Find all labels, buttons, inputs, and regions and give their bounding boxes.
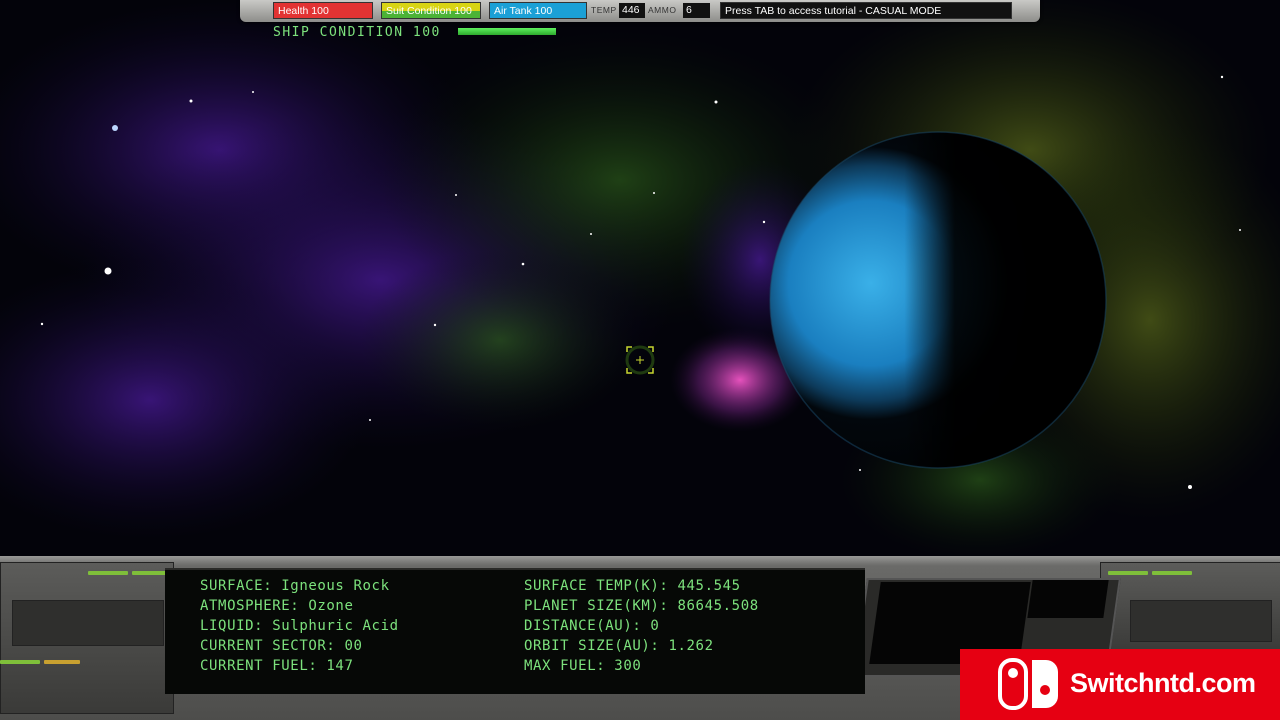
- watermark-text: Switchntd.com: [1070, 668, 1256, 698]
- surface-temp-readout: SURFACE TEMP(K): 445.545: [524, 578, 741, 594]
- ship-condition-label: SHIP CONDITION 100: [273, 25, 441, 40]
- left-indicator-led: [88, 571, 128, 575]
- suit-condition-label: Suit Condition 100: [386, 5, 472, 17]
- planet: [769, 131, 1107, 469]
- ship-condition-bar-fill: [458, 28, 556, 35]
- right-indicator-led: [1108, 571, 1148, 575]
- ammo-value: 6: [683, 3, 710, 18]
- left-indicator-led: [44, 660, 80, 664]
- temp-value: 446: [619, 3, 645, 18]
- current-sector-readout: CURRENT SECTOR: 00: [200, 638, 363, 654]
- nintendo-switch-logo-icon: [998, 658, 1058, 710]
- health-bar: Health 100: [273, 2, 373, 19]
- max-fuel-readout: MAX FUEL: 300: [524, 658, 642, 674]
- air-tank-label: Air Tank 100: [494, 5, 553, 17]
- ship-condition-bar: [458, 28, 556, 35]
- planet-size-readout: PLANET SIZE(KM): 86645.508: [524, 598, 759, 614]
- crosshair-icon: [625, 345, 655, 375]
- surface-readout: SURFACE: Igneous Rock: [200, 578, 390, 594]
- liquid-readout: LIQUID: Sulphuric Acid: [200, 618, 399, 634]
- ammo-label: AMMO: [648, 5, 677, 15]
- right-indicator-led: [1152, 571, 1192, 575]
- temp-label: TEMP: [591, 5, 617, 15]
- tutorial-message: Press TAB to access tutorial - CASUAL MO…: [720, 2, 1012, 19]
- orbit-size-readout: ORBIT SIZE(AU): 1.262: [524, 638, 714, 654]
- distance-readout: DISTANCE(AU): 0: [524, 618, 660, 634]
- current-fuel-readout: CURRENT FUEL: 147: [200, 658, 354, 674]
- atmosphere-readout: ATMOSPHERE: Ozone: [200, 598, 354, 614]
- health-label: Health 100: [278, 5, 329, 17]
- air-tank-bar: Air Tank 100: [489, 2, 587, 19]
- left-indicator-led: [0, 660, 40, 664]
- console-monitor-small-screen: [1027, 580, 1109, 618]
- suit-condition-bar: Suit Condition 100: [381, 2, 481, 19]
- right-sub-panel: [1130, 600, 1272, 642]
- left-sub-panel: [12, 600, 164, 646]
